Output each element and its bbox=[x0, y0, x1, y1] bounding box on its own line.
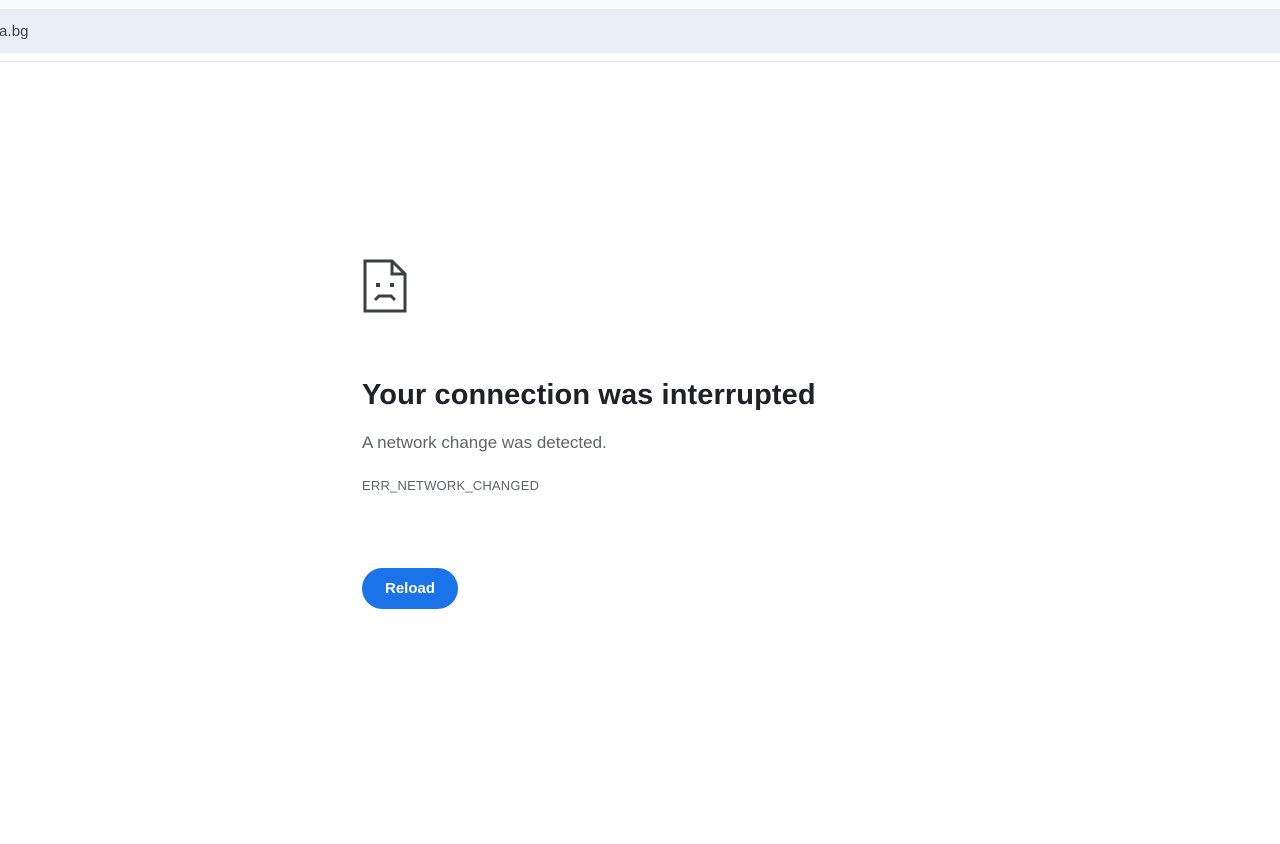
error-title: Your connection was interrupted bbox=[362, 379, 816, 411]
tab-strip bbox=[0, 0, 1280, 8]
error-code: ERR_NETWORK_CHANGED bbox=[362, 478, 540, 493]
address-bar[interactable]: a.bg bbox=[0, 9, 1280, 53]
browser-toolbar: a.bg bbox=[0, 0, 1280, 62]
sad-document-icon bbox=[362, 258, 922, 314]
reload-button[interactable]: Reload bbox=[362, 568, 458, 609]
error-description: A network change was detected. bbox=[362, 433, 607, 452]
error-content: Your connection was interrupted A networ… bbox=[362, 258, 922, 609]
address-text[interactable]: a.bg bbox=[0, 23, 29, 40]
